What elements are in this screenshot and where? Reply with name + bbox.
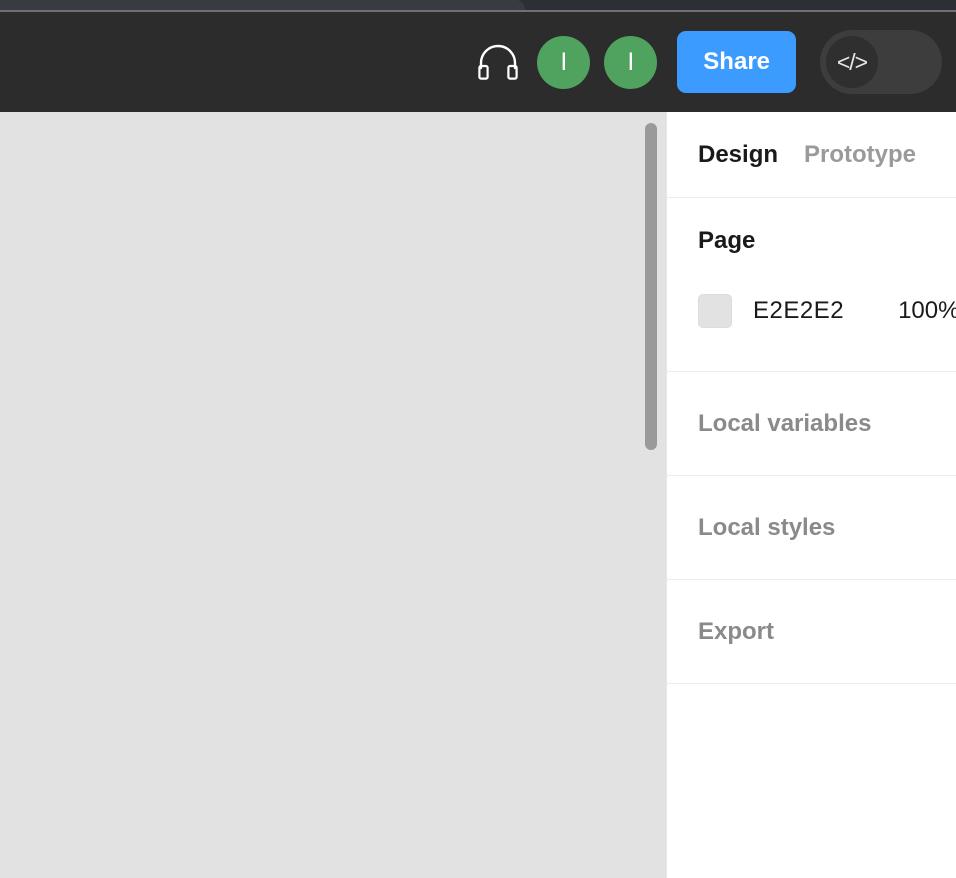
right-design-panel: Design Prototype Page E2E2E2 100% Local …: [666, 112, 956, 878]
local-variables-row[interactable]: Local variables: [667, 372, 956, 476]
canvas-vertical-scrollbar[interactable]: [645, 112, 657, 878]
export-row[interactable]: Export: [667, 580, 956, 684]
avatar[interactable]: I: [604, 35, 658, 89]
scrollbar-thumb[interactable]: [645, 123, 657, 450]
share-button-label: Share: [703, 48, 770, 75]
local-styles-label: Local styles: [698, 513, 836, 541]
page-color-swatch[interactable]: [698, 294, 732, 328]
design-canvas[interactable]: [0, 112, 666, 878]
local-styles-row[interactable]: Local styles: [667, 476, 956, 580]
dev-mode-toggle[interactable]: </>: [820, 30, 942, 94]
toolbar-right-group: I I Share </>: [473, 30, 942, 94]
avatar[interactable]: I: [537, 35, 591, 89]
code-icon-glyph: </>: [836, 48, 868, 75]
code-icon: </>: [826, 36, 878, 88]
avatar-initial: I: [560, 47, 568, 76]
top-toolbar: I I Share </>: [0, 12, 956, 112]
browser-tab[interactable]: [0, 0, 525, 10]
share-button[interactable]: Share: [677, 31, 796, 93]
avatar-initial: I: [627, 47, 635, 76]
export-label: Export: [698, 617, 775, 645]
local-variables-label: Local variables: [698, 409, 872, 437]
page-color-hex-value[interactable]: E2E2E2: [753, 297, 844, 325]
page-background-row: E2E2E2 100%: [698, 294, 956, 328]
page-color-opacity-value[interactable]: 100%: [898, 297, 956, 325]
headphones-icon-button[interactable]: [473, 37, 523, 87]
panel-tab-bar: Design Prototype: [667, 112, 956, 198]
page-section: Page E2E2E2 100%: [667, 198, 956, 372]
page-section-title: Page: [698, 227, 756, 254]
figma-editor-window: I I Share </> Design Prototype Page E2E2…: [0, 0, 956, 878]
window-tab-strip: [0, 0, 956, 10]
headphones-icon: [478, 44, 518, 80]
tab-prototype[interactable]: Prototype: [804, 141, 916, 169]
tab-design[interactable]: Design: [698, 141, 778, 169]
